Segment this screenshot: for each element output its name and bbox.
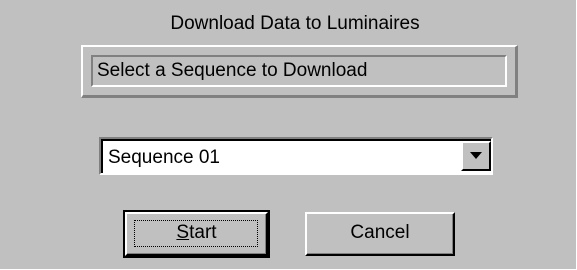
- start-label-rest: tart: [189, 222, 217, 243]
- status-text: Select a Sequence to Download: [97, 60, 368, 81]
- dropdown-button[interactable]: [461, 141, 491, 171]
- start-mnemonic: S: [176, 222, 190, 243]
- cancel-button-label: Cancel: [350, 222, 410, 243]
- sequence-select-field: Sequence 01: [101, 139, 491, 173]
- triangle-down-icon: [470, 152, 482, 159]
- start-button[interactable]: Start: [123, 210, 270, 258]
- dialog-title: Download Data to Luminaires: [170, 13, 420, 34]
- download-dialog: Download Data to Luminaires Select a Seq…: [0, 0, 576, 269]
- sequence-select-value: Sequence 01: [108, 147, 220, 168]
- cancel-button[interactable]: Cancel: [305, 212, 455, 256]
- status-panel: Select a Sequence to Download: [81, 45, 518, 98]
- start-button-label: Start: [176, 222, 216, 243]
- sequence-select[interactable]: Sequence 01: [99, 137, 493, 175]
- status-panel-inner: Select a Sequence to Download: [91, 55, 507, 87]
